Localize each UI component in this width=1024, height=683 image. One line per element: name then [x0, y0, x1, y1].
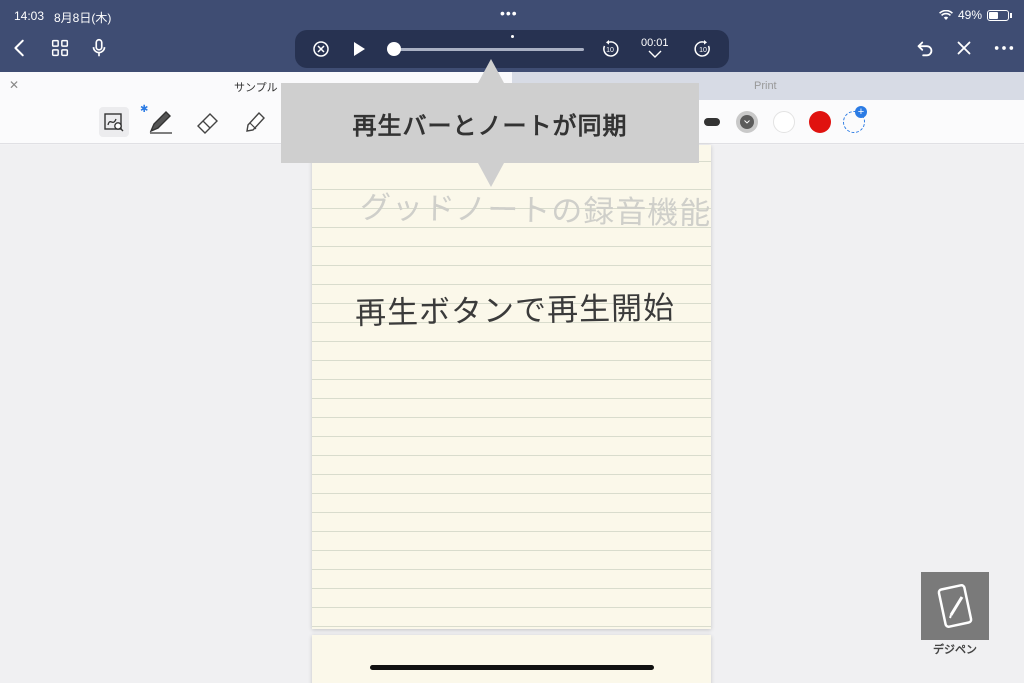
note-canvas: グッドノートの録音機能 再生ボタンで再生開始: [0, 145, 1024, 683]
audio-player: 10 00:01 10: [295, 30, 729, 68]
undo-icon: [917, 41, 933, 57]
watermark-label: デジペン: [933, 643, 977, 656]
faint-handwriting: グッドノートの録音機能: [359, 189, 712, 233]
tab-close-icon[interactable]: ✕: [9, 78, 19, 92]
top-bar: 14:03 8月8日(木) ••• 49% 10 00:01 10: [0, 0, 1024, 72]
stroke-width-icon: [704, 118, 720, 126]
multitask-dots-icon[interactable]: •••: [500, 5, 518, 21]
progress-knob[interactable]: [387, 42, 401, 56]
color-swatch-white[interactable]: [773, 111, 795, 133]
highlighter-icon: [246, 111, 265, 132]
close-icon: [957, 41, 971, 55]
undo-button[interactable]: [913, 36, 937, 60]
skip-forward-icon: 10: [694, 40, 710, 57]
color-swatch-red[interactable]: [809, 111, 831, 133]
skip-back-button[interactable]: 10: [600, 39, 620, 59]
play-button[interactable]: [349, 39, 369, 59]
color-swatch-dark: [740, 115, 754, 129]
battery-tip: [1010, 12, 1012, 18]
callout-arrow-up: [478, 59, 504, 83]
add-color-icon: +: [855, 106, 867, 118]
record-button[interactable]: [87, 36, 111, 60]
callout-arrow-down: [478, 163, 504, 187]
playback-time: 00:01: [641, 37, 669, 49]
tablet-pen-icon: [937, 584, 973, 628]
progress-track[interactable]: [394, 48, 584, 51]
back-button[interactable]: [8, 36, 32, 60]
pen-tool[interactable]: [145, 107, 175, 137]
lasso-zoom-icon: [104, 113, 124, 132]
close-button[interactable]: [952, 36, 976, 60]
chevron-down-icon: [744, 120, 750, 124]
tab-title: Print: [754, 80, 777, 92]
watermark-logo: [921, 572, 989, 640]
status-time: 14:03: [14, 9, 45, 23]
eraser-icon: [197, 113, 218, 134]
add-color-button[interactable]: +: [843, 106, 867, 133]
close-circle-icon: [313, 41, 329, 57]
battery-percent: 49%: [957, 8, 982, 22]
grid-icon: [51, 39, 69, 57]
battery-icon: [987, 9, 1009, 21]
skip-forward-button[interactable]: 10: [693, 39, 713, 59]
status-date: 8月8日(木): [54, 11, 112, 25]
highlighter-tool[interactable]: [240, 107, 270, 137]
color-swatch-selected[interactable]: [736, 111, 758, 133]
skip-forward-label: 10: [699, 47, 707, 54]
more-button[interactable]: [992, 36, 1016, 60]
skip-back-icon: 10: [603, 40, 619, 57]
chevron-left-icon: [14, 39, 24, 57]
wifi-icon: [939, 9, 953, 20]
pen-icon: [149, 111, 172, 134]
chevron-down-icon[interactable]: [648, 50, 662, 58]
callout-box: 再生バーとノートが同期: [281, 83, 699, 163]
microphone-icon: [92, 38, 106, 57]
player-handle[interactable]: [511, 35, 514, 38]
thumbnails-button[interactable]: [48, 36, 72, 60]
note-page-next[interactable]: [312, 635, 711, 683]
screen: 14:03 8月8日(木) ••• 49% 10 00:01 10 ✕ サンプル…: [0, 0, 1024, 683]
play-icon: [354, 42, 365, 56]
close-player-button[interactable]: [311, 39, 331, 59]
main-handwriting: 再生ボタンで再生開始: [354, 290, 676, 332]
eraser-tool[interactable]: [193, 107, 223, 137]
skip-back-label: 10: [606, 47, 614, 54]
more-icon: [994, 46, 1014, 50]
home-indicator[interactable]: [370, 665, 654, 670]
lasso-zoom-tool[interactable]: [99, 107, 129, 137]
status-right: 49%: [939, 8, 1012, 22]
callout-text: 再生バーとノートが同期: [352, 111, 628, 140]
stroke-width-button[interactable]: [697, 107, 727, 137]
tab-title: サンプル: [234, 82, 278, 94]
